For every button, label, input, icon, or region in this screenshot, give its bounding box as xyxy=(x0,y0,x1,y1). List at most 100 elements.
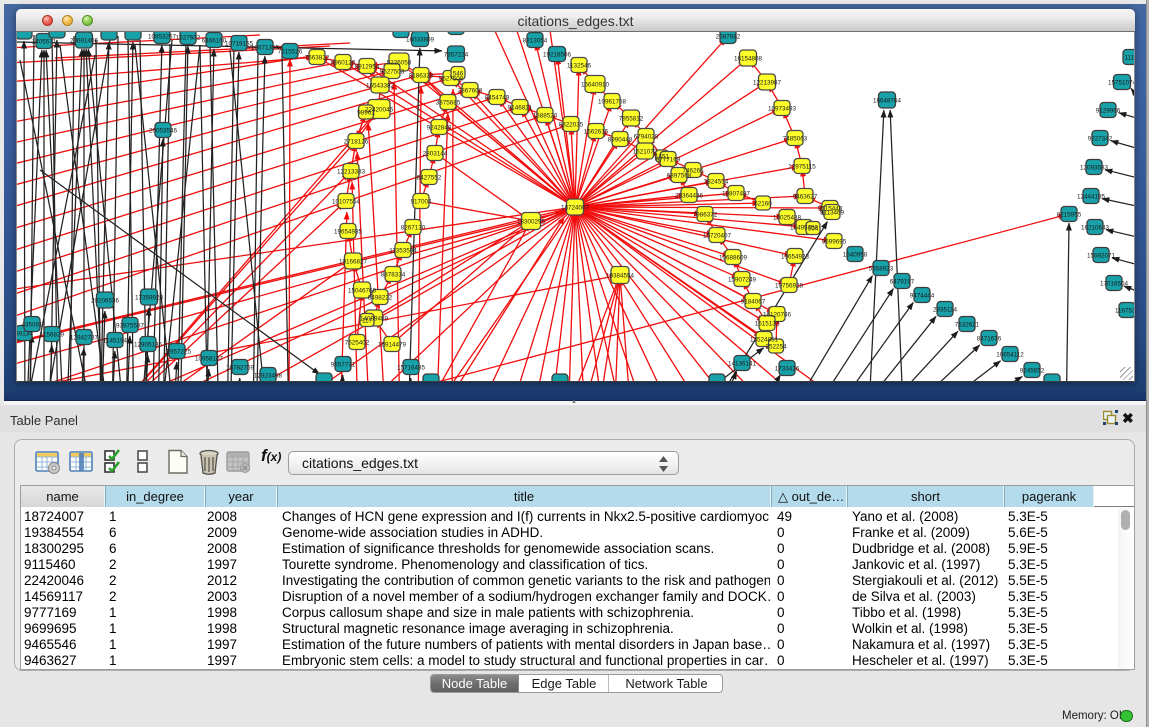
svg-text:12942737: 12942737 xyxy=(70,334,99,341)
svg-text:10958107: 10958107 xyxy=(195,355,224,362)
svg-text:16782759: 16782759 xyxy=(226,364,255,371)
svg-text:9242848: 9242848 xyxy=(427,124,452,131)
svg-text:8498222: 8498222 xyxy=(368,294,393,301)
svg-text:10807487: 10807487 xyxy=(722,190,751,197)
svg-text:8267130: 8267130 xyxy=(401,224,426,231)
svg-text:12905135: 12905135 xyxy=(134,341,163,348)
svg-text:7485063: 7485063 xyxy=(783,135,808,142)
svg-text:1117: 1117 xyxy=(1124,54,1134,61)
svg-text:8813054: 8813054 xyxy=(523,37,548,44)
svg-text:8471676: 8471676 xyxy=(977,335,1002,342)
svg-text:17359928: 17359928 xyxy=(135,294,164,301)
svg-text:3824554: 3824554 xyxy=(704,178,729,185)
svg-text:9146821: 9146821 xyxy=(508,104,533,111)
svg-text:6466160: 6466160 xyxy=(202,37,227,44)
svg-text:1132546: 1132546 xyxy=(567,62,592,69)
svg-text:2867608: 2867608 xyxy=(458,87,483,94)
svg-text:19654935: 19654935 xyxy=(334,228,363,235)
svg-text:6479197: 6479197 xyxy=(890,278,915,285)
svg-text:2935114: 2935114 xyxy=(933,306,958,313)
svg-text:8912954: 8912954 xyxy=(355,63,380,70)
svg-text:6794028: 6794028 xyxy=(634,133,659,140)
svg-text:7857224: 7857224 xyxy=(444,51,469,58)
svg-text:12213987: 12213987 xyxy=(753,79,782,86)
svg-text:917004: 917004 xyxy=(410,198,432,205)
svg-text:1640958: 1640958 xyxy=(843,251,868,258)
svg-text:546: 546 xyxy=(453,70,464,77)
svg-text:19218506: 19218506 xyxy=(543,51,572,58)
svg-text:9657771: 9657771 xyxy=(331,361,356,368)
svg-text:15720407: 15720407 xyxy=(703,232,732,239)
svg-text:8215955: 8215955 xyxy=(1057,211,1082,218)
svg-text:16914479: 16914479 xyxy=(378,341,407,348)
svg-text:10107554: 10107554 xyxy=(332,198,361,205)
svg-text:16033809: 16033809 xyxy=(406,36,435,43)
svg-text:18724007: 18724007 xyxy=(561,204,590,211)
svg-text:20691406: 20691406 xyxy=(70,37,99,44)
svg-text:904: 904 xyxy=(808,225,819,232)
svg-text:252254: 252254 xyxy=(765,343,787,350)
svg-text:15692071: 15692071 xyxy=(1087,252,1116,259)
svg-text:9227342: 9227342 xyxy=(1088,135,1113,142)
svg-text:9113469: 9113469 xyxy=(820,209,845,216)
svg-text:16120746: 16120746 xyxy=(763,311,792,318)
svg-text:62160: 62160 xyxy=(754,200,772,207)
svg-text:7515526: 7515526 xyxy=(278,48,303,55)
svg-text:1167533: 1167533 xyxy=(1115,307,1134,314)
svg-text:5226058: 5226058 xyxy=(387,59,412,66)
svg-text:8427552: 8427552 xyxy=(417,174,442,181)
svg-text:10961758: 10961758 xyxy=(598,98,627,105)
svg-text:19756928: 19756928 xyxy=(775,282,804,289)
svg-text:12213383: 12213383 xyxy=(337,168,366,175)
svg-text:435081: 435081 xyxy=(21,321,43,328)
svg-text:19166827: 19166827 xyxy=(339,258,368,265)
svg-text:15046768: 15046768 xyxy=(348,287,377,294)
svg-text:9463627: 9463627 xyxy=(793,193,818,200)
svg-text:7632621: 7632621 xyxy=(955,321,980,328)
svg-text:8960128: 8960128 xyxy=(331,59,356,66)
svg-text:9245652: 9245652 xyxy=(1020,367,1045,374)
svg-text:9129966: 9129966 xyxy=(1096,107,1121,114)
svg-text:9527503: 9527503 xyxy=(380,68,405,75)
svg-text:7625402: 7625402 xyxy=(345,339,370,346)
svg-text:1588520: 1588520 xyxy=(533,112,558,119)
svg-text:20364436: 20364436 xyxy=(675,192,704,199)
svg-text:1145194: 1145194 xyxy=(103,337,128,344)
svg-text:1562615: 1562615 xyxy=(584,128,609,135)
svg-text:11353594: 11353594 xyxy=(389,247,417,254)
svg-text:20053546: 20053546 xyxy=(149,127,178,134)
svg-text:2087682: 2087682 xyxy=(716,33,741,40)
svg-text:2718126: 2718126 xyxy=(344,138,369,145)
svg-text:9777169: 9777169 xyxy=(656,156,681,163)
svg-text:10973493: 10973493 xyxy=(768,105,797,112)
svg-text:1733426: 1733426 xyxy=(775,365,800,372)
svg-text:117: 117 xyxy=(362,317,373,324)
svg-text:7986372: 7986372 xyxy=(693,211,718,218)
svg-text:15751074: 15751074 xyxy=(1108,79,1134,86)
svg-text:16210643: 16210643 xyxy=(1081,224,1110,231)
svg-text:5958923: 5958923 xyxy=(869,265,894,272)
svg-text:10853267: 10853267 xyxy=(148,33,177,40)
svg-text:14136141: 14136141 xyxy=(728,360,757,367)
svg-text:15716485: 15716485 xyxy=(397,364,426,371)
svg-text:16671355: 16671355 xyxy=(251,44,280,51)
svg-text:8822035: 8822035 xyxy=(559,121,584,128)
svg-text:16648764: 16648764 xyxy=(873,97,902,104)
svg-text:1527602: 1527602 xyxy=(176,34,201,41)
svg-text:2803144: 2803144 xyxy=(423,150,448,157)
svg-text:10719155: 10719155 xyxy=(225,40,254,47)
svg-text:93975587: 93975587 xyxy=(116,322,145,329)
svg-text:18300295: 18300295 xyxy=(517,218,546,225)
svg-text:3875685: 3875685 xyxy=(436,99,461,106)
svg-text:12923468: 12923468 xyxy=(254,372,283,379)
svg-text:9699695: 9699695 xyxy=(822,238,847,245)
svg-text:20206536: 20206536 xyxy=(91,297,120,304)
svg-text:1615132: 1615132 xyxy=(755,320,780,327)
svg-text:13524851: 13524851 xyxy=(750,336,779,343)
svg-text:8990448: 8990448 xyxy=(608,136,633,143)
svg-text:19384554: 19384554 xyxy=(606,272,635,279)
svg-text:16154808: 16154808 xyxy=(734,55,763,62)
svg-text:12093583: 12093583 xyxy=(1080,164,1109,171)
svg-text:17957225: 17957225 xyxy=(163,348,192,355)
svg-text:8186328: 8186328 xyxy=(409,72,434,79)
